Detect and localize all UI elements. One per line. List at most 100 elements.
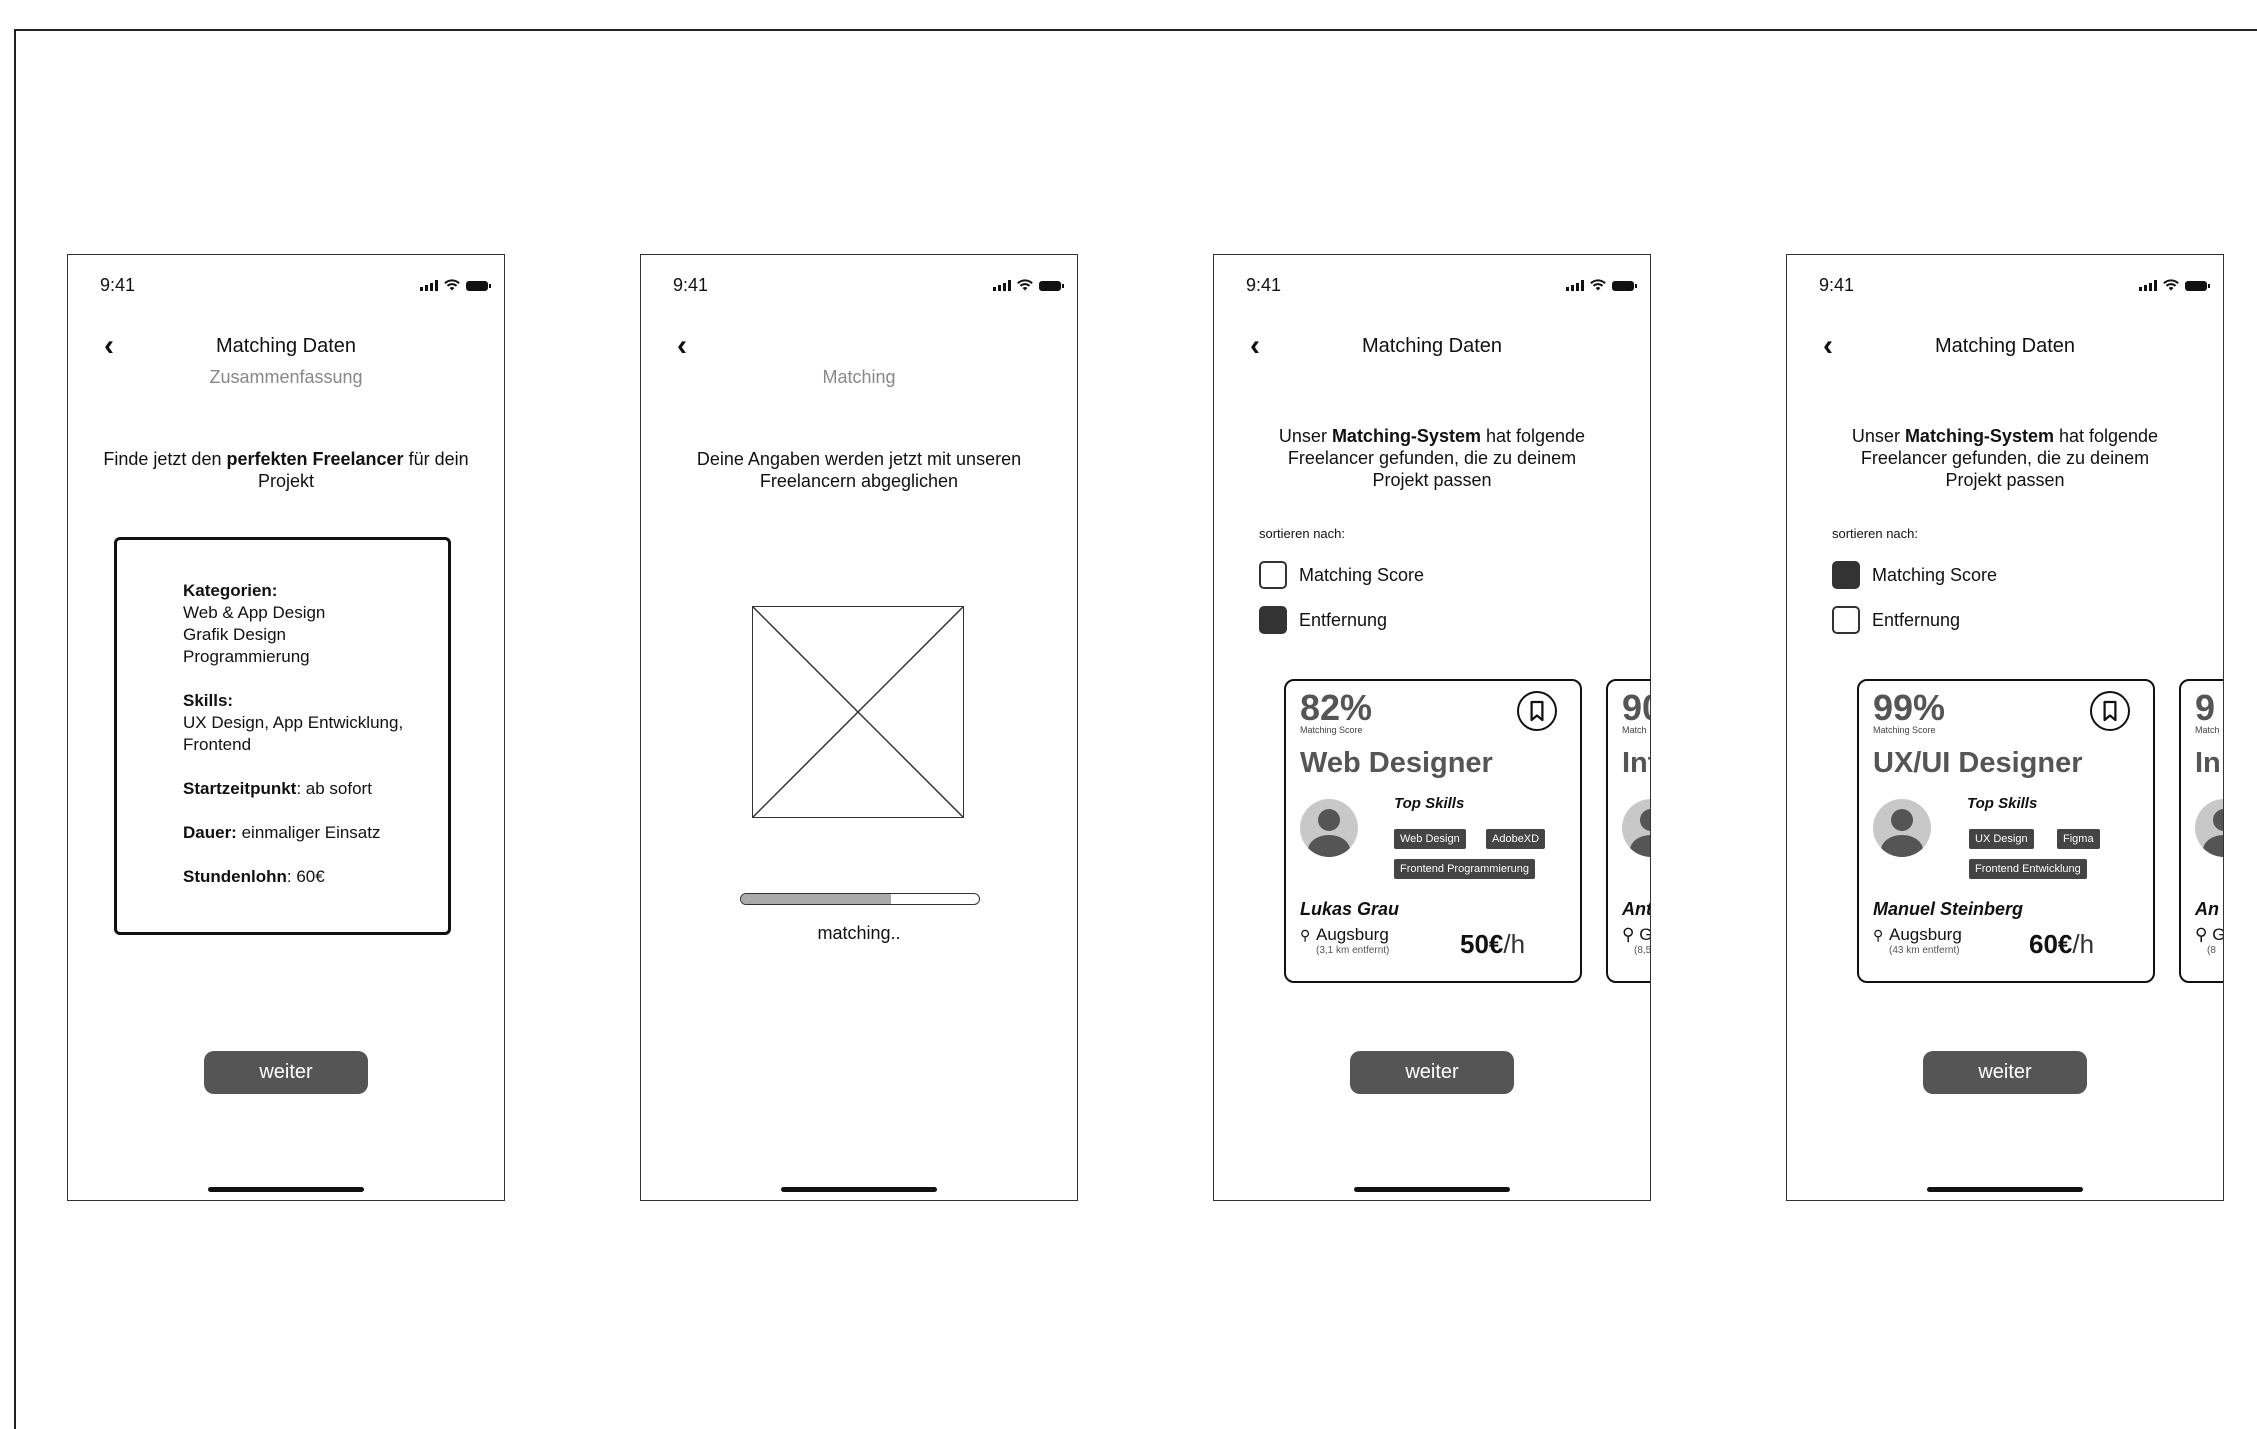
status-time: 9:41 xyxy=(1246,275,1282,295)
hourly-rate: 50€/h xyxy=(1460,929,1526,959)
page-subtitle: Zusammenfassung xyxy=(209,367,363,387)
skill-tag: Frontend Entwicklung xyxy=(1969,859,2087,879)
sort-option-label: Entfernung xyxy=(1872,609,1961,630)
sort-option-matching-score[interactable]: Matching Score xyxy=(1259,561,1424,589)
freelancer-distance: (3,1 km entfernt) xyxy=(1316,945,1390,956)
top-skills-label: Top Skills xyxy=(1394,795,1465,812)
start-label: Startzeitpunkt xyxy=(183,779,297,798)
progress-bar xyxy=(740,893,980,905)
checkbox[interactable] xyxy=(1259,561,1287,589)
back-chevron-icon[interactable]: ‹ xyxy=(677,331,687,361)
skills-label: Skills: xyxy=(183,691,234,710)
sort-option-label: Matching Score xyxy=(1872,564,1998,585)
wifi-icon xyxy=(1017,279,1033,291)
checkbox[interactable] xyxy=(1832,606,1860,634)
wifi-icon xyxy=(444,279,460,291)
location-pin-icon: ⚲ xyxy=(1873,927,1884,943)
sort-option-matching-score[interactable]: Matching Score xyxy=(1832,561,1997,589)
sort-label: sortieren nach: xyxy=(1259,526,1345,541)
home-indicator xyxy=(1927,1187,2083,1192)
category-item: Web & App Design xyxy=(183,603,326,622)
status-time: 9:41 xyxy=(100,275,136,295)
weiter-button[interactable]: weiter xyxy=(204,1051,368,1094)
role-title: Int xyxy=(1622,747,1650,779)
signal-icon xyxy=(420,280,438,291)
sort-option-distance[interactable]: Entfernung xyxy=(1259,606,1387,634)
categories-label: Kategorien: xyxy=(183,581,278,600)
top-skills-label: Top Skills xyxy=(1967,795,2038,812)
skills-value: UX Design, App Entwicklung, Frontend xyxy=(183,713,404,754)
freelancer-city: ⚲ Ge xyxy=(1622,925,1650,944)
duration-value: einmaliger Einsatz xyxy=(236,823,381,842)
checkbox[interactable] xyxy=(1259,606,1287,634)
intro-text: Deine Angaben werden jetzt mit unseren F… xyxy=(696,449,1022,491)
page-title: Matching Daten xyxy=(1934,335,2076,357)
status-time: 9:41 xyxy=(673,275,709,295)
skill-tag: Web Design xyxy=(1394,829,1466,849)
matching-score: 82% xyxy=(1300,687,1373,728)
status-icons xyxy=(420,279,491,291)
location-pin-icon: ⚲ xyxy=(1300,927,1311,943)
freelancer-card-peek[interactable]: 90 Match Int Ant ⚲ Ge (8,5 xyxy=(1606,679,1651,983)
wifi-icon xyxy=(2163,279,2179,291)
progress-label: matching.. xyxy=(817,923,901,943)
bookmark-icon[interactable] xyxy=(1517,691,1557,731)
freelancer-card[interactable]: 82% Matching Score Web Designer Top Skil… xyxy=(1284,679,1582,983)
role-title: Web Designer xyxy=(1300,747,1493,779)
bookmark-icon[interactable] xyxy=(2090,691,2130,731)
wifi-icon xyxy=(1590,279,1606,291)
role-title: In xyxy=(2195,747,2221,779)
rate-label: Stundenlohn xyxy=(183,867,287,886)
weiter-button[interactable]: weiter xyxy=(1923,1051,2087,1094)
home-indicator xyxy=(208,1187,364,1192)
battery-icon xyxy=(1039,281,1064,291)
status-icons xyxy=(993,279,1064,291)
home-indicator xyxy=(781,1187,937,1192)
screen-results-score: 9:41 ‹ Matching Daten Unser Matching-Sys… xyxy=(1786,254,2224,1201)
skill-tag: Figma xyxy=(2057,829,2100,849)
progress-fill xyxy=(741,894,891,904)
start-value: : ab sofort xyxy=(296,779,372,798)
home-indicator xyxy=(1354,1187,1510,1192)
intro-text: Unser Matching-System hat folgende Freel… xyxy=(1278,426,1586,490)
role-title: UX/UI Designer xyxy=(1873,747,2083,779)
battery-icon xyxy=(1612,281,1637,291)
matching-score-label: Matching Score xyxy=(1873,725,1936,735)
status-time: 9:41 xyxy=(1819,275,1855,295)
image-placeholder-icon xyxy=(752,606,964,818)
sort-option-label: Matching Score xyxy=(1299,564,1425,585)
freelancer-card[interactable]: 99% Matching Score UX/UI Designer Top Sk… xyxy=(1857,679,2155,983)
status-icons xyxy=(2139,279,2210,291)
screen-matching: 9:41 ‹ Matching Deine Angaben werden jet… xyxy=(640,254,1078,1201)
hourly-rate: 60€/h xyxy=(2029,929,2095,959)
matching-score: 9 xyxy=(2195,687,2216,728)
sort-label: sortieren nach: xyxy=(1832,526,1918,541)
duration-label: Dauer: xyxy=(183,823,237,842)
freelancer-city: Augsburg xyxy=(1889,925,1962,944)
matching-score-label: Match xyxy=(1622,725,1647,735)
page-title: Matching Daten xyxy=(215,335,357,357)
status-icons xyxy=(1566,279,1637,291)
battery-icon xyxy=(466,281,491,291)
sort-option-label: Entfernung xyxy=(1299,609,1388,630)
page-title: Matching Daten xyxy=(1361,335,1503,357)
weiter-button[interactable]: weiter xyxy=(1350,1051,1514,1094)
checkbox[interactable] xyxy=(1832,561,1860,589)
page-subtitle: Matching xyxy=(822,367,896,387)
freelancer-distance: (43 km entfernt) xyxy=(1889,945,1960,956)
avatar xyxy=(1300,799,1358,857)
freelancer-name: Ant xyxy=(1622,899,1651,919)
freelancer-distance: (8,5 xyxy=(1634,945,1651,956)
freelancer-city: ⚲ G xyxy=(2195,925,2223,944)
matching-score: 90 xyxy=(1622,687,1650,728)
sort-option-distance[interactable]: Entfernung xyxy=(1832,606,1960,634)
freelancer-distance: (8 xyxy=(2207,945,2216,956)
skill-tag: Frontend Programmierung xyxy=(1394,859,1536,879)
freelancer-name: Manuel Steinberg xyxy=(1873,899,2024,919)
avatar xyxy=(2195,799,2223,857)
freelancer-card-peek[interactable]: 9 Match In An ⚲ G (8 xyxy=(2179,679,2223,983)
rate-value: : 60€ xyxy=(286,867,325,886)
matching-score: 99% xyxy=(1873,687,1946,728)
signal-icon xyxy=(1566,280,1584,291)
category-item: Programmierung xyxy=(183,647,310,666)
